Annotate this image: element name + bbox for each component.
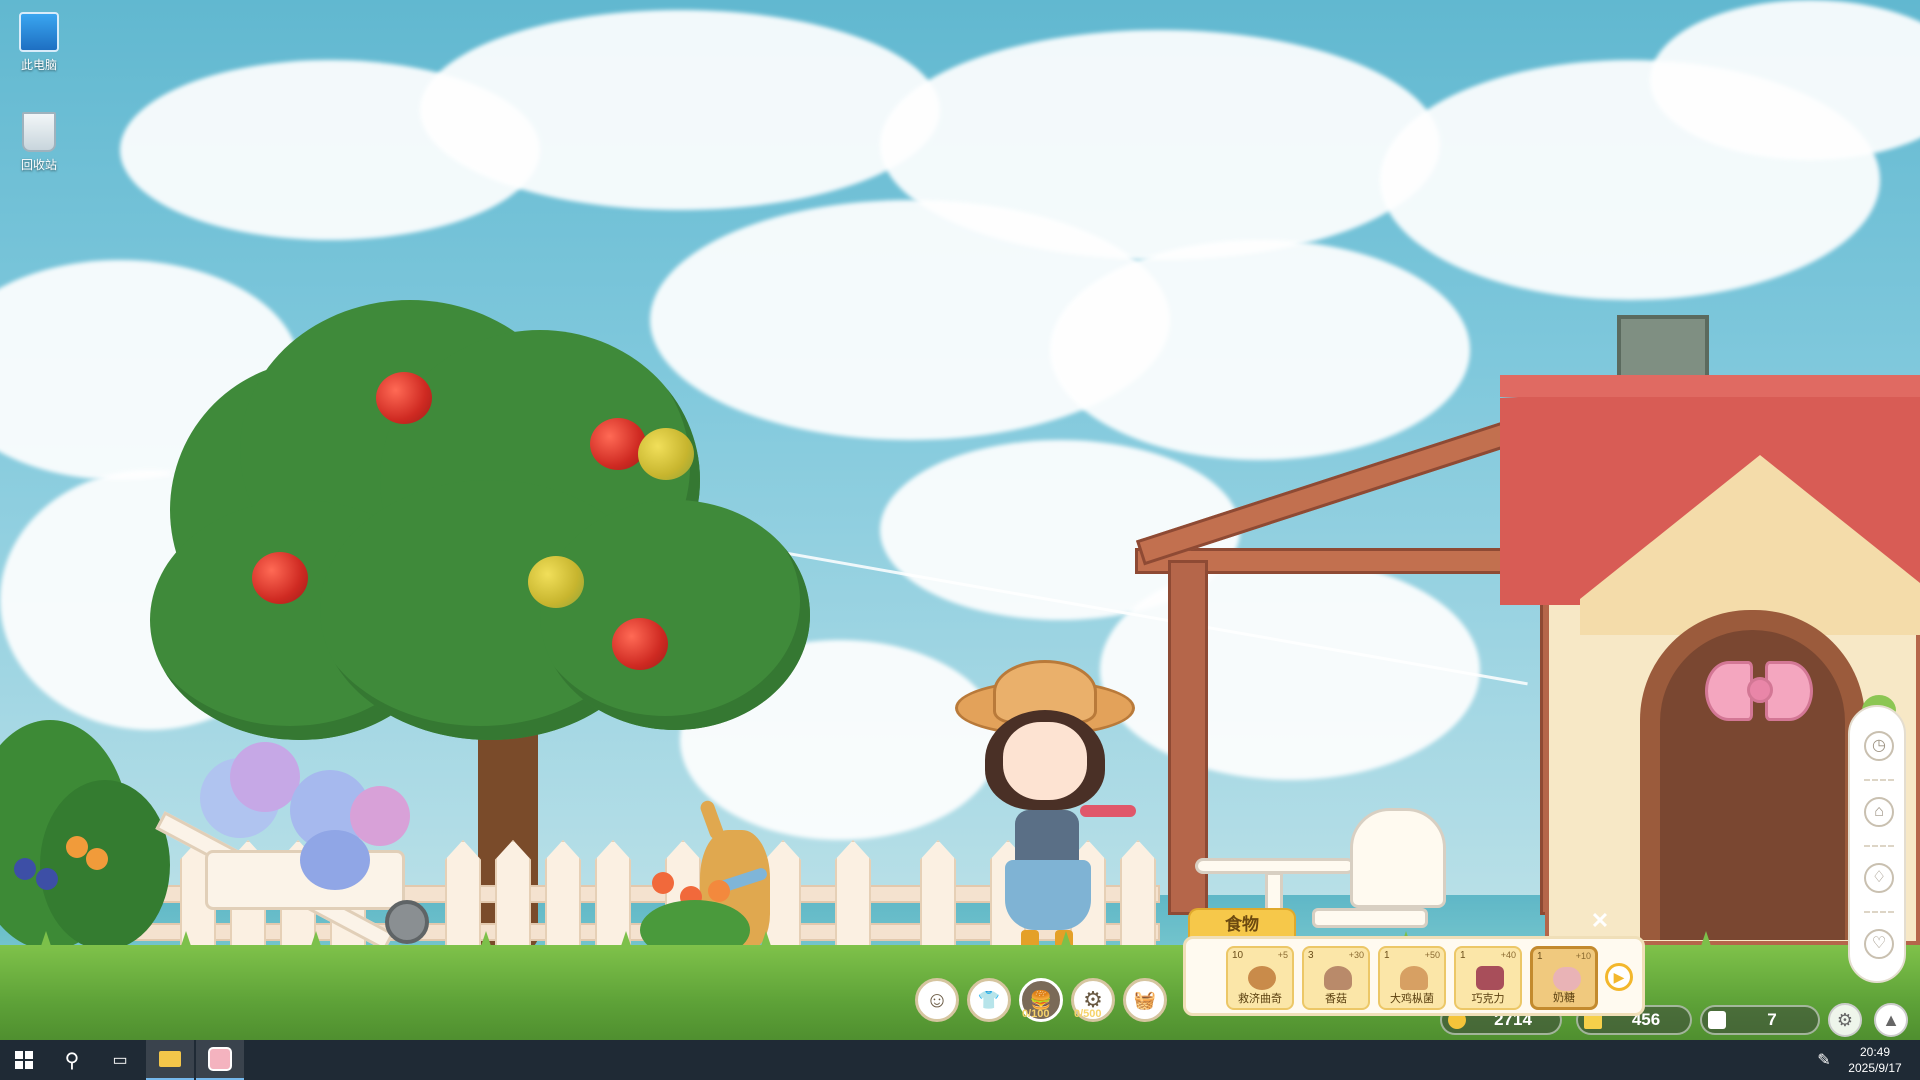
task-view-button[interactable]: ▭ — [96, 1040, 144, 1080]
mountain-icon: ▲ — [1882, 1010, 1900, 1030]
cookie-icon — [1248, 966, 1276, 990]
clock-icon[interactable]: ◷ — [1864, 731, 1894, 761]
emote-button[interactable]: ☺ — [915, 978, 959, 1022]
food-slot-cookie[interactable]: 10 +5 救济曲奇 — [1226, 946, 1294, 1010]
food-slot-chocolate[interactable]: 1 +40 巧克力 — [1454, 946, 1522, 1010]
home-button[interactable]: ▲ — [1874, 1003, 1908, 1037]
apple[interactable] — [638, 428, 694, 480]
gear-progress-counter: 0/500 — [1074, 1008, 1102, 1020]
chocolate-icon — [1476, 966, 1504, 990]
desktop-icon-computer[interactable]: 此电脑 — [10, 12, 68, 73]
clock-date: 2025/9/17 — [1848, 1061, 1902, 1075]
close-icon[interactable]: ✕ — [1588, 909, 1612, 933]
apple[interactable] — [590, 418, 646, 470]
desktop-icon-label: 回收站 — [20, 158, 57, 172]
file-explorer-button[interactable] — [146, 1040, 194, 1080]
food-slot-milk-candy[interactable]: 1 +10 奶糖 — [1530, 946, 1598, 1010]
heart-icon[interactable]: ♡ — [1864, 929, 1894, 959]
tent-icon[interactable]: ⌂ — [1864, 797, 1894, 827]
smile-icon: ☺ — [925, 987, 949, 1012]
system-clock[interactable]: 20:49 2025/9/17 — [1840, 1044, 1910, 1076]
candy-icon — [1553, 967, 1581, 991]
shirt-icon: 👕 — [977, 989, 1001, 1010]
folder-icon — [159, 1051, 181, 1067]
basket-icon: 🧺 — [1133, 989, 1157, 1010]
bag-icon[interactable]: ♢ — [1864, 863, 1894, 893]
desktop-icon-recycle-bin[interactable]: 回收站 — [10, 112, 68, 173]
apple[interactable] — [376, 372, 432, 424]
apple[interactable] — [612, 618, 668, 670]
bow-decoration — [1705, 655, 1815, 745]
game-app-icon — [208, 1047, 232, 1071]
pen-icon: ✎ — [1817, 1052, 1831, 1069]
apple[interactable] — [252, 552, 308, 604]
tab-food[interactable]: 食物 — [1188, 908, 1296, 938]
termite-mushroom-icon — [1400, 966, 1428, 990]
taskbar: ⚲ ▭ ✎ 20:49 2025/9/17 — [0, 1040, 1920, 1080]
candy-item — [1080, 805, 1136, 817]
apple[interactable] — [528, 556, 584, 608]
gear-icon: ⚙ — [1836, 1010, 1854, 1030]
start-button[interactable] — [0, 1040, 48, 1080]
food-slot-mushroom[interactable]: 3 +30 香菇 — [1302, 946, 1370, 1010]
computer-icon — [19, 12, 59, 52]
settings-button[interactable]: ⚙ — [1828, 1003, 1862, 1037]
desktop-icon-label: 此电脑 — [20, 58, 57, 72]
food-slot-termite-mushroom[interactable]: 1 +50 大鸡枞菌 — [1378, 946, 1446, 1010]
outfit-button[interactable]: 👕 — [967, 978, 1011, 1022]
windows-icon — [15, 1051, 33, 1069]
houses-counter: 7 — [1700, 1005, 1820, 1035]
side-menu: ◷ ⌂ ♢ ♡ — [1848, 705, 1906, 983]
search-button[interactable]: ⚲ — [48, 1040, 96, 1080]
basket-button[interactable]: 🧺 — [1123, 978, 1167, 1022]
food-button-counter: 0/100 — [1022, 1008, 1050, 1020]
player-character[interactable] — [955, 660, 1136, 980]
recycle-bin-icon — [22, 112, 56, 152]
task-view-icon: ▭ — [112, 1052, 128, 1069]
game-app-button[interactable] — [196, 1040, 244, 1080]
mushroom-icon — [1324, 966, 1352, 990]
house-icon — [1708, 1011, 1726, 1029]
search-icon: ⚲ — [64, 1049, 80, 1072]
next-page-icon[interactable]: ▶ — [1605, 963, 1633, 991]
clock-time: 20:49 — [1859, 1045, 1891, 1059]
